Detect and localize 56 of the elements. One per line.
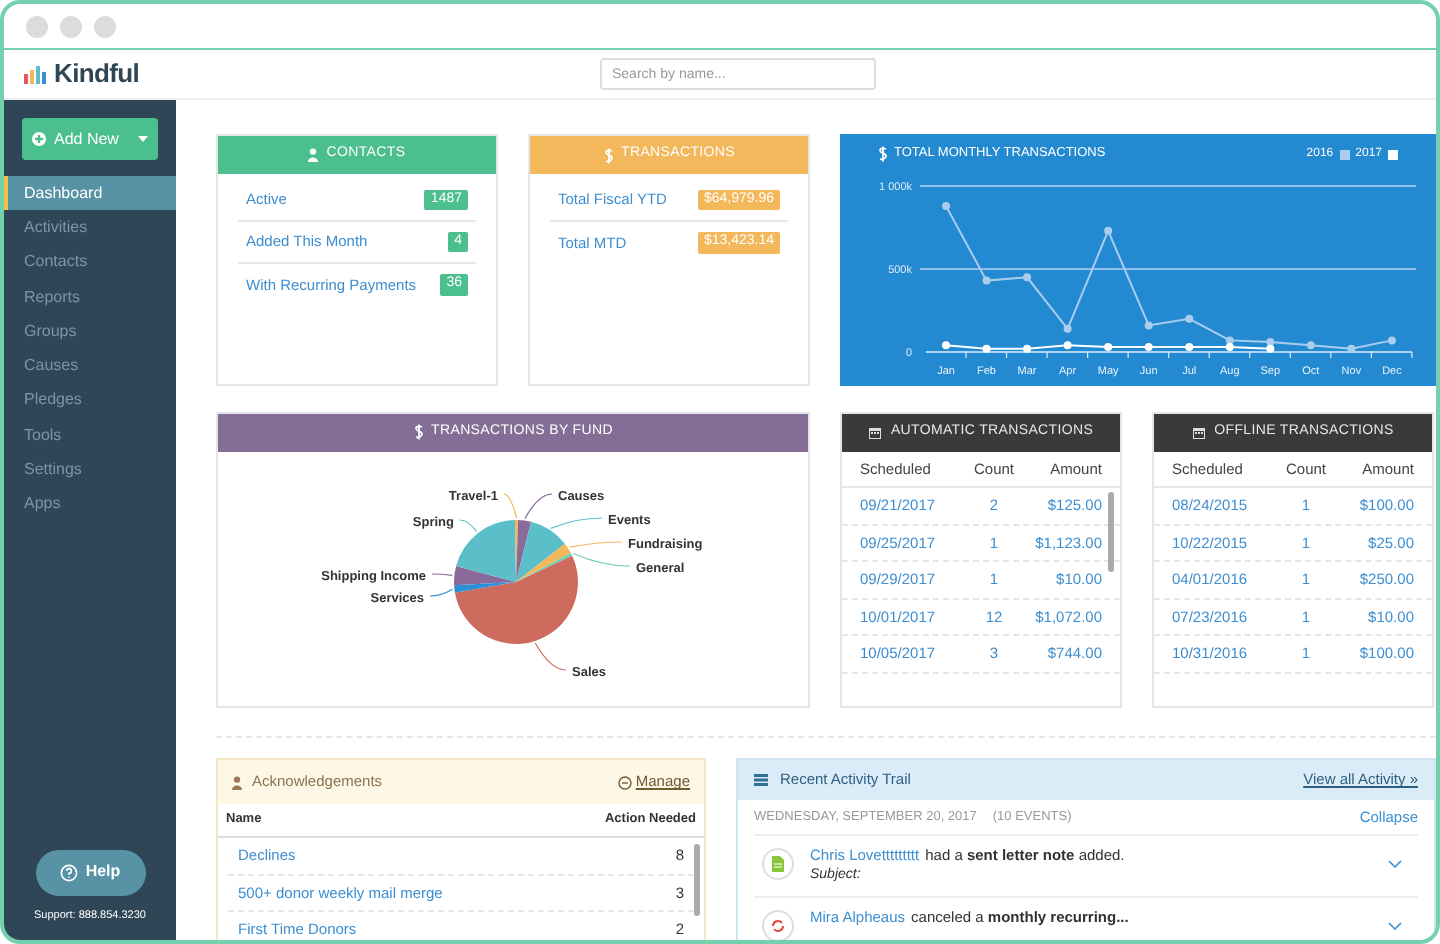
note-icon xyxy=(762,848,794,880)
sidebar-item[interactable]: Tools xyxy=(4,418,176,453)
dollar-icon xyxy=(413,424,424,441)
person-icon xyxy=(232,775,242,789)
data-point xyxy=(1023,273,1032,282)
dollar-icon xyxy=(603,147,614,163)
sidebar-item[interactable]: Causes xyxy=(4,348,176,384)
data-point xyxy=(1185,314,1194,323)
chevron-down-icon[interactable] xyxy=(1388,921,1402,930)
sidebar-item[interactable]: Activities xyxy=(4,210,176,246)
minus-circle-icon xyxy=(617,775,632,789)
data-point xyxy=(1306,341,1315,350)
data-point xyxy=(1104,226,1113,235)
logo-icon xyxy=(24,65,50,83)
data-point xyxy=(942,341,950,350)
data-point xyxy=(1144,343,1153,351)
scrollbar-thumb[interactable] xyxy=(1108,492,1114,572)
list-icon xyxy=(754,774,768,786)
sidebar-item[interactable]: Pledges xyxy=(4,383,176,419)
refresh-icon xyxy=(762,909,794,940)
sidebar-item[interactable]: Apps xyxy=(4,487,176,522)
plus-circle-icon xyxy=(32,132,46,146)
sidebar-item[interactable]: Dashboard xyxy=(4,176,176,211)
leader-line xyxy=(534,642,567,671)
data-point xyxy=(1185,343,1194,351)
leader-line xyxy=(503,493,518,519)
data-point xyxy=(1104,343,1113,351)
sidebar-item[interactable]: Reports xyxy=(4,279,176,315)
leader-line xyxy=(459,519,478,532)
sidebar-item[interactable]: Groups xyxy=(4,314,176,349)
leader-line xyxy=(569,541,623,548)
help-icon xyxy=(59,863,78,882)
data-point xyxy=(1063,341,1072,350)
scrollbar-thumb[interactable] xyxy=(694,844,700,916)
data-point xyxy=(982,344,991,353)
leader-line xyxy=(431,573,453,576)
sidebar-item[interactable]: Settings xyxy=(4,452,176,488)
data-point xyxy=(942,201,950,210)
data-point xyxy=(1347,344,1356,353)
chevron-down-icon[interactable] xyxy=(1388,860,1402,868)
leader-line xyxy=(572,552,631,567)
data-point xyxy=(1063,324,1072,333)
add-new-button[interactable]: Add New xyxy=(22,118,158,160)
sidebar-item[interactable]: Contacts xyxy=(4,245,176,280)
calendar-icon xyxy=(868,426,883,440)
caret-icon xyxy=(138,136,148,142)
data-point xyxy=(1387,336,1396,345)
dollar-icon xyxy=(878,146,888,162)
leader-line xyxy=(429,588,453,597)
data-point xyxy=(1144,321,1153,330)
help-button[interactable]: Help xyxy=(35,849,145,896)
data-point xyxy=(982,276,991,285)
person-icon xyxy=(308,148,319,162)
logo-text: Kindful xyxy=(54,56,139,93)
data-point xyxy=(1023,344,1032,353)
calendar-icon xyxy=(1192,426,1207,440)
